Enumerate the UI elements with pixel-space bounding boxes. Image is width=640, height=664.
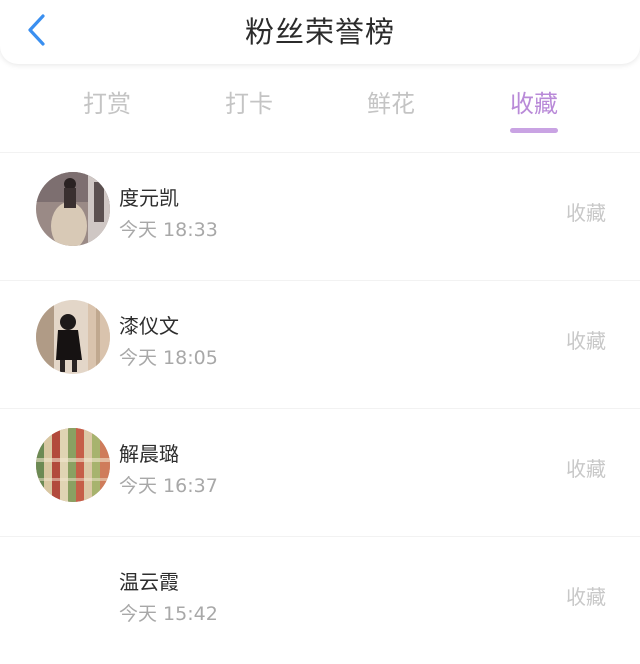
tab-label: 打赏 (83, 90, 131, 118)
list-item[interactable]: 漆仪文 今天 18:05 收藏 (0, 280, 640, 408)
tab-flowers[interactable]: 鲜花 (341, 84, 441, 119)
avatar[interactable] (36, 428, 110, 502)
fan-time: 今天 15:42 (119, 603, 218, 625)
tab-checkin[interactable]: 打卡 (199, 84, 299, 119)
fan-name: 度元凯 (119, 186, 179, 210)
page-title: 粉丝荣誉榜 (244, 15, 395, 49)
tab-bar: 打赏 打卡 鲜花 收藏 (0, 80, 640, 136)
favorite-action[interactable]: 收藏 (566, 325, 606, 354)
favorite-action[interactable]: 收藏 (566, 197, 606, 226)
top-nav-bar: 粉丝荣誉榜 (0, 0, 640, 64)
tab-favorites[interactable]: 收藏 (484, 84, 584, 133)
fan-time: 今天 18:33 (119, 219, 218, 241)
fan-name: 解晨璐 (119, 442, 179, 466)
favorite-action[interactable]: 收藏 (566, 453, 606, 482)
tab-label: 鲜花 (367, 90, 415, 118)
list-item[interactable]: 度元凯 今天 18:33 收藏 (0, 152, 640, 280)
avatar[interactable] (36, 300, 110, 374)
fan-list: 度元凯 今天 18:33 收藏 漆仪文 今天 18:05 收藏 解晨璐 今天 1… (0, 152, 640, 664)
avatar[interactable] (36, 172, 110, 246)
list-item[interactable]: 温云霞 今天 15:42 收藏 (0, 536, 640, 664)
list-item[interactable]: 解晨璐 今天 16:37 收藏 (0, 408, 640, 536)
favorite-action[interactable]: 收藏 (566, 581, 606, 610)
tab-reward[interactable]: 打赏 (57, 84, 157, 119)
fan-time: 今天 16:37 (119, 475, 218, 497)
tab-label: 收藏 (510, 90, 558, 118)
fan-name: 温云霞 (119, 570, 179, 594)
active-tab-indicator (510, 128, 558, 133)
fan-time: 今天 18:05 (119, 347, 218, 369)
tab-label: 打卡 (225, 90, 273, 118)
fan-name: 漆仪文 (119, 314, 179, 338)
